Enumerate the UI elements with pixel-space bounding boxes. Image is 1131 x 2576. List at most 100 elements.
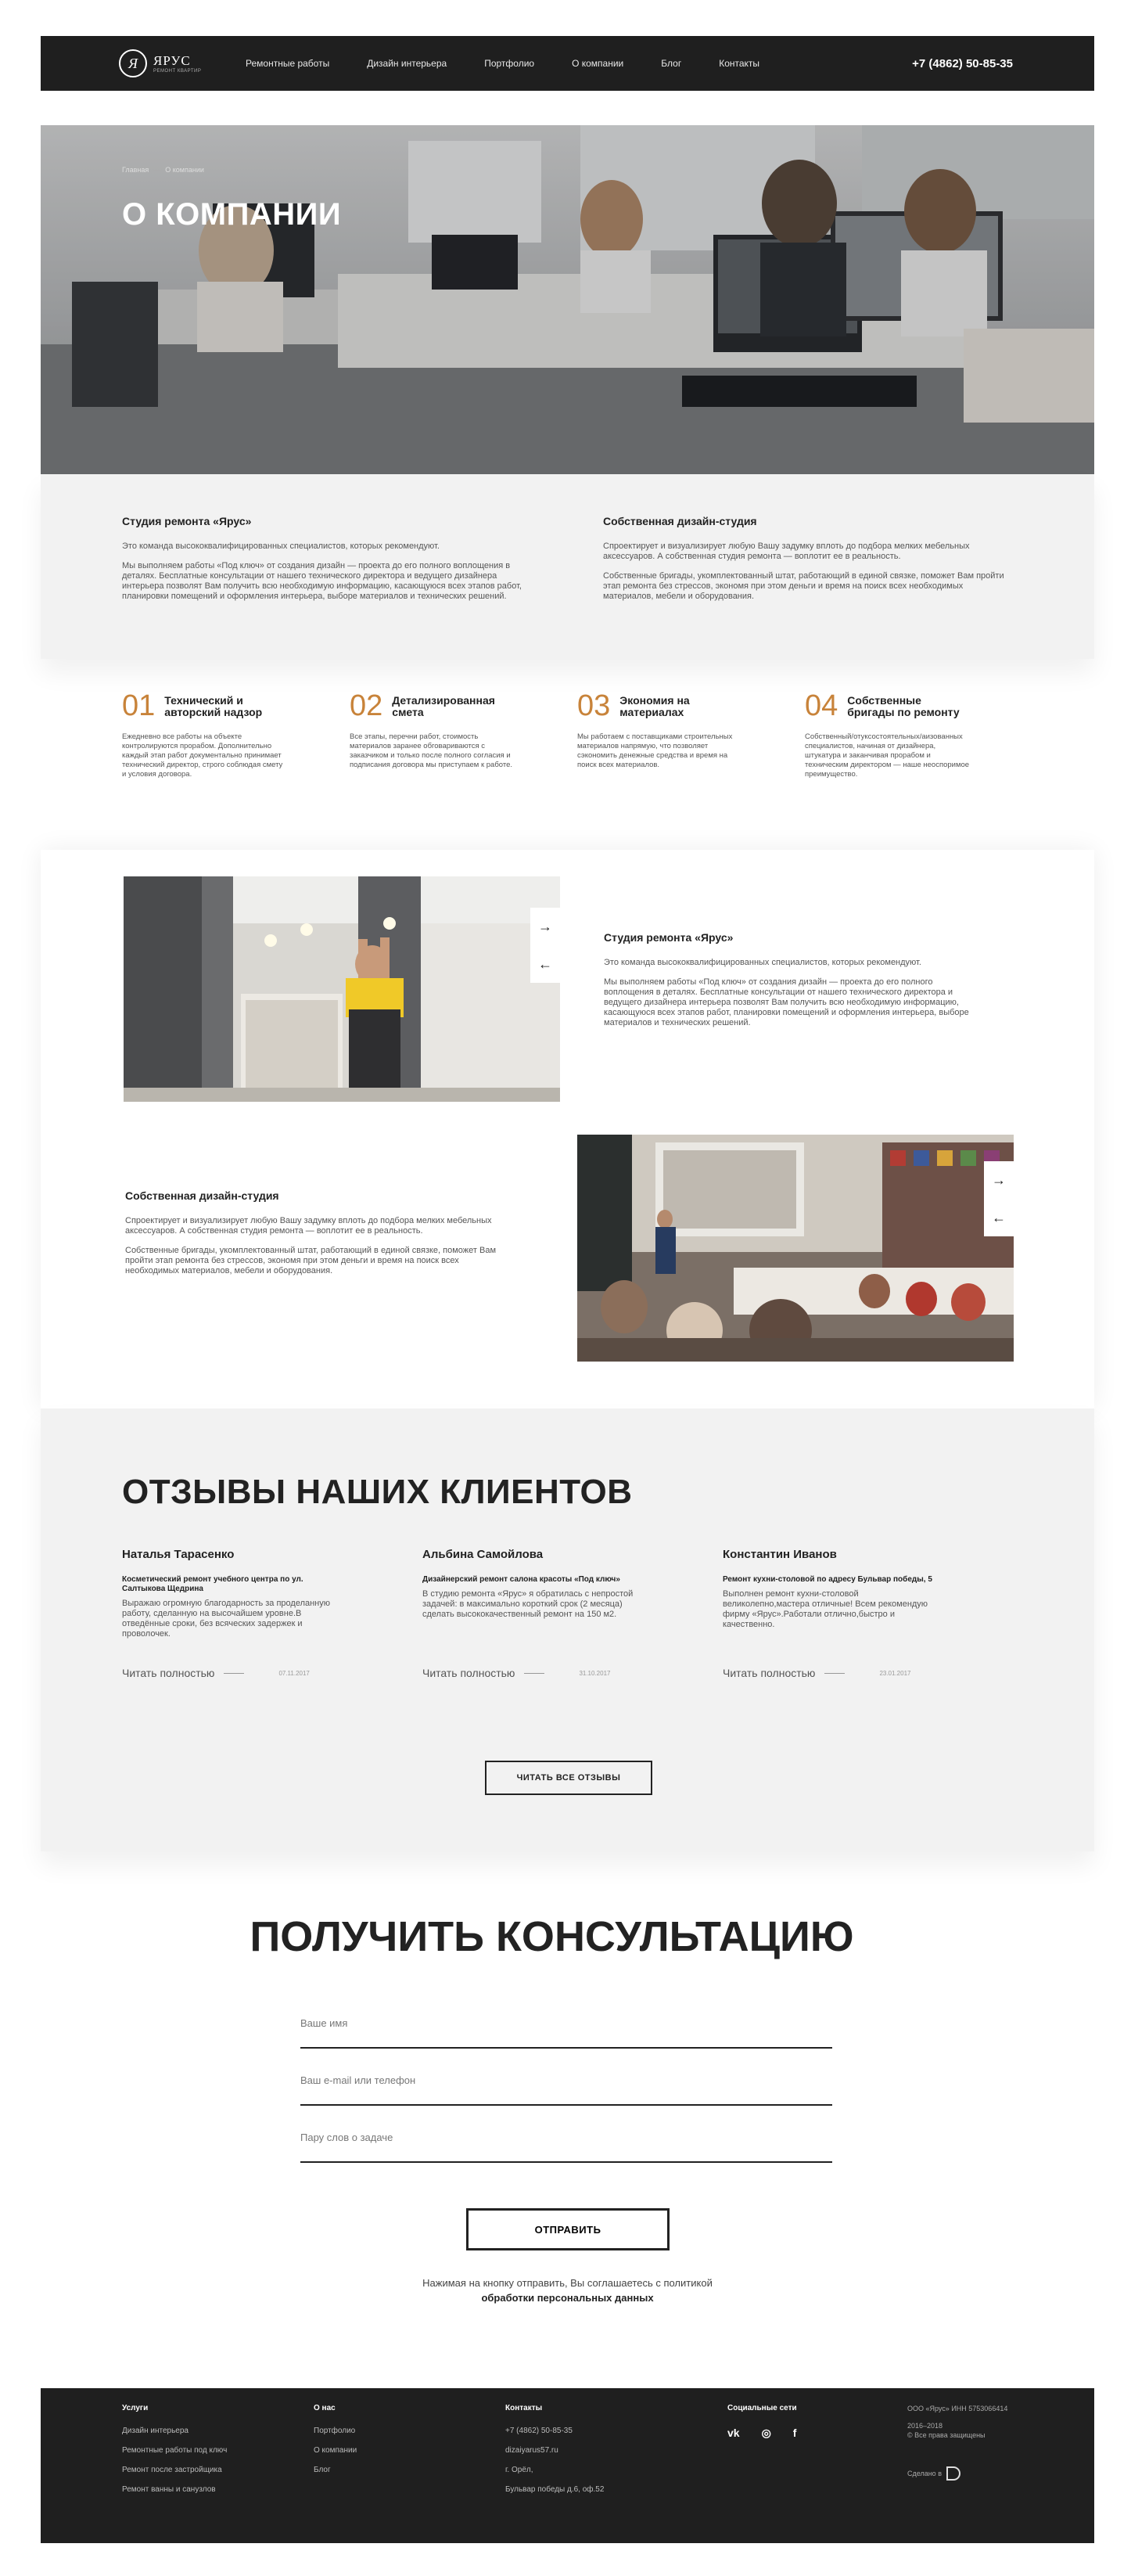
review-card: Наталья Тарасенко Косметический ремонт у… <box>122 1548 341 1693</box>
nav-item-contacts[interactable]: Контакты <box>719 58 759 69</box>
footer-social: Социальные сети vk ◎ f <box>727 2404 845 2440</box>
review-author: Константин Иванов <box>723 1548 837 1561</box>
divider <box>524 1672 545 1674</box>
intro-studio-p1: Это команда высококвалифицированных спец… <box>122 541 440 551</box>
slider1-next-arrow-icon[interactable]: → <box>530 908 560 945</box>
intro-design-title: Собственная дизайн-студия <box>603 515 757 527</box>
footer-link[interactable]: О компании <box>314 2446 423 2455</box>
read-more-link[interactable]: Читать полностью <box>723 1667 815 1679</box>
office-photo <box>41 125 1094 474</box>
feature-text: Мы работаем с поставщиками строительных … <box>577 732 733 769</box>
feature-title: Собственные бригады по ремонту <box>847 694 960 718</box>
footer-link[interactable]: Ремонтные работы под ключ <box>122 2446 232 2455</box>
site-footer: Услуги Дизайн интерьера Ремонтные работы… <box>41 2388 1094 2543</box>
consultation-title: ПОЛУЧИТЬ КОНСУЛЬТАЦИЮ <box>250 1913 854 1960</box>
review-date: 31.10.2017 <box>579 1669 611 1677</box>
feature-item: 03 Экономия на материалах Мы работаем с … <box>577 691 744 809</box>
breadcrumb-separator: — <box>153 166 161 174</box>
instagram-icon[interactable]: ◎ <box>762 2427 771 2440</box>
intro-card: Студия ремонта «Ярус» Это команда высоко… <box>41 474 1094 659</box>
facebook-icon[interactable]: f <box>793 2427 797 2440</box>
slider2-next-arrow-icon[interactable]: → <box>984 1161 1014 1199</box>
footer-link[interactable]: Ремонт ванны и санузлов <box>122 2485 232 2494</box>
intro-studio: Студия ремонта «Ярус» Это команда высоко… <box>122 515 525 659</box>
footer-phone[interactable]: +7 (4862) 50-85-35 <box>505 2427 662 2435</box>
breadcrumb-home[interactable]: Главная <box>122 166 149 174</box>
logo[interactable]: Я ЯРУС РЕМОНТ КВАРТИР <box>119 49 236 77</box>
read-more-link[interactable]: Читать полностью <box>422 1667 515 1679</box>
logo-icon: Я <box>119 49 147 77</box>
privacy-policy-link[interactable]: обработки персональных данных <box>481 2292 653 2304</box>
slider1-controls: → ← <box>530 908 560 983</box>
nav-item-repair[interactable]: Ремонтные работы <box>246 58 329 69</box>
slider2-controls: → ← <box>984 1161 1014 1236</box>
site-header: Я ЯРУС РЕМОНТ КВАРТИР Ремонтные работы Д… <box>41 36 1094 91</box>
studio-logo-icon <box>946 2466 960 2481</box>
made-by[interactable]: Сделано в <box>907 2466 1025 2481</box>
feature-text: Ежедневно все работы на объекте контроли… <box>122 732 283 779</box>
studio-section: → ← Студия ремонта «Ярус» Это команда вы… <box>41 850 1094 1409</box>
footer-link[interactable]: Дизайн интерьера <box>122 2427 232 2435</box>
slider1-prev-arrow-icon[interactable]: ← <box>530 945 560 983</box>
review-text: Выражаю огромную благодарность за продел… <box>122 1599 331 1639</box>
feature-number: 01 <box>122 689 156 722</box>
divider <box>224 1672 245 1674</box>
studio-block2-p1: Спроектирует и визуализирует любую Вашу … <box>125 1216 492 1236</box>
studio-block2-p2: Собственные бригады, укомплектованный шт… <box>125 1246 497 1275</box>
footer-contacts-title: Контакты <box>505 2404 543 2412</box>
name-field-wrapper <box>300 2011 832 2049</box>
nav-item-blog[interactable]: Блог <box>661 58 681 69</box>
review-date: 23.01.2017 <box>879 1669 911 1677</box>
footer-about-title: О нас <box>314 2404 336 2412</box>
studio-block2: Собственная дизайн-студия Спроектирует и… <box>125 1189 501 1286</box>
footer-link[interactable]: Портфолио <box>314 2427 423 2435</box>
feature-title: Экономия на материалах <box>619 694 690 718</box>
footer-link[interactable]: Блог <box>314 2466 423 2474</box>
contact-field-wrapper <box>300 2068 832 2106</box>
submit-button[interactable]: ОТПРАВИТЬ <box>466 2208 670 2250</box>
task-field-wrapper <box>300 2125 832 2163</box>
repair-worker-photo <box>124 876 560 1102</box>
feature-text: Собственный/отуксостоятельных/аизованных… <box>805 732 970 779</box>
copyright-text: © Все права защищены <box>907 2431 986 2439</box>
footer-site[interactable]: dizaiyarus57.ru <box>505 2446 662 2455</box>
name-input[interactable] <box>300 2011 832 2029</box>
review-date: 07.11.2017 <box>278 1669 310 1677</box>
footer-about: О нас Портфолио О компании Блог <box>314 2404 423 2485</box>
feature-item: 01 Технический и авторский надзор Ежедне… <box>122 689 289 809</box>
task-input[interactable] <box>300 2125 832 2143</box>
footer-contacts: Контакты +7 (4862) 50-85-35 dizaiyarus57… <box>505 2404 662 2505</box>
all-reviews-button[interactable]: ЧИТАТЬ ВСЕ ОТЗЫВЫ <box>485 1761 652 1795</box>
footer-link[interactable]: Ремонт после застройщика <box>122 2466 232 2474</box>
contact-input[interactable] <box>300 2068 832 2086</box>
breadcrumb: Главная — О компании <box>122 166 204 174</box>
intro-design-p2: Собственные бригады, укомплектованный шт… <box>603 571 1004 601</box>
review-subject: Косметический ремонт учебного центра по … <box>122 1575 303 1593</box>
reviews-list: Наталья Тарасенко Косметический ремонт у… <box>122 1548 1013 1693</box>
nav-item-design[interactable]: Дизайн интерьера <box>367 58 447 69</box>
slider2-prev-arrow-icon[interactable]: ← <box>984 1199 1014 1236</box>
reviews-title: ОТЗЫВЫ НАШИХ КЛИЕНТОВ <box>122 1473 633 1511</box>
studio-block1-p2: Мы выполняем работы «Под ключ» от создан… <box>604 977 969 1027</box>
studio-block1-p1: Это команда высококвалифицированных спец… <box>604 958 921 967</box>
read-more-link[interactable]: Читать полностью <box>122 1667 214 1679</box>
nav-item-about[interactable]: О компании <box>572 58 623 69</box>
vk-icon[interactable]: vk <box>727 2427 740 2440</box>
review-subject: Ремонт кухни-столовой по адресу Бульвар … <box>723 1575 932 1584</box>
review-text: Выполнен ремонт кухни-столовой великолеп… <box>723 1589 928 1629</box>
feature-item: 02 Детализированная смета Все этапы, пер… <box>350 689 516 809</box>
header-phone[interactable]: +7 (4862) 50-85-35 <box>912 57 1013 70</box>
logo-subtitle: РЕМОНТ КВАРТИР <box>153 69 202 74</box>
review-author: Альбина Самойлова <box>422 1548 544 1561</box>
studio-block2-title: Собственная дизайн-студия <box>125 1189 279 1202</box>
footer-social-title: Социальные сети <box>727 2404 797 2412</box>
review-subject: Дизайнерский ремонт салона красоты «Под … <box>422 1575 620 1584</box>
divider <box>824 1672 846 1674</box>
feature-number: 02 <box>350 689 383 722</box>
nav-item-portfolio[interactable]: Портфолио <box>484 58 534 69</box>
intro-design-p1: Спроектирует и визуализирует любую Вашу … <box>603 541 970 561</box>
hero-banner: Главная — О компании О КОМПАНИИ <box>41 125 1094 474</box>
privacy-note: Нажимая на кнопку отправить, Вы соглашае… <box>41 2276 1094 2305</box>
footer-services: Услуги Дизайн интерьера Ремонтные работы… <box>122 2404 232 2505</box>
org-info: ООО «Ярус» ИНН 5753066414 <box>907 2405 1008 2412</box>
